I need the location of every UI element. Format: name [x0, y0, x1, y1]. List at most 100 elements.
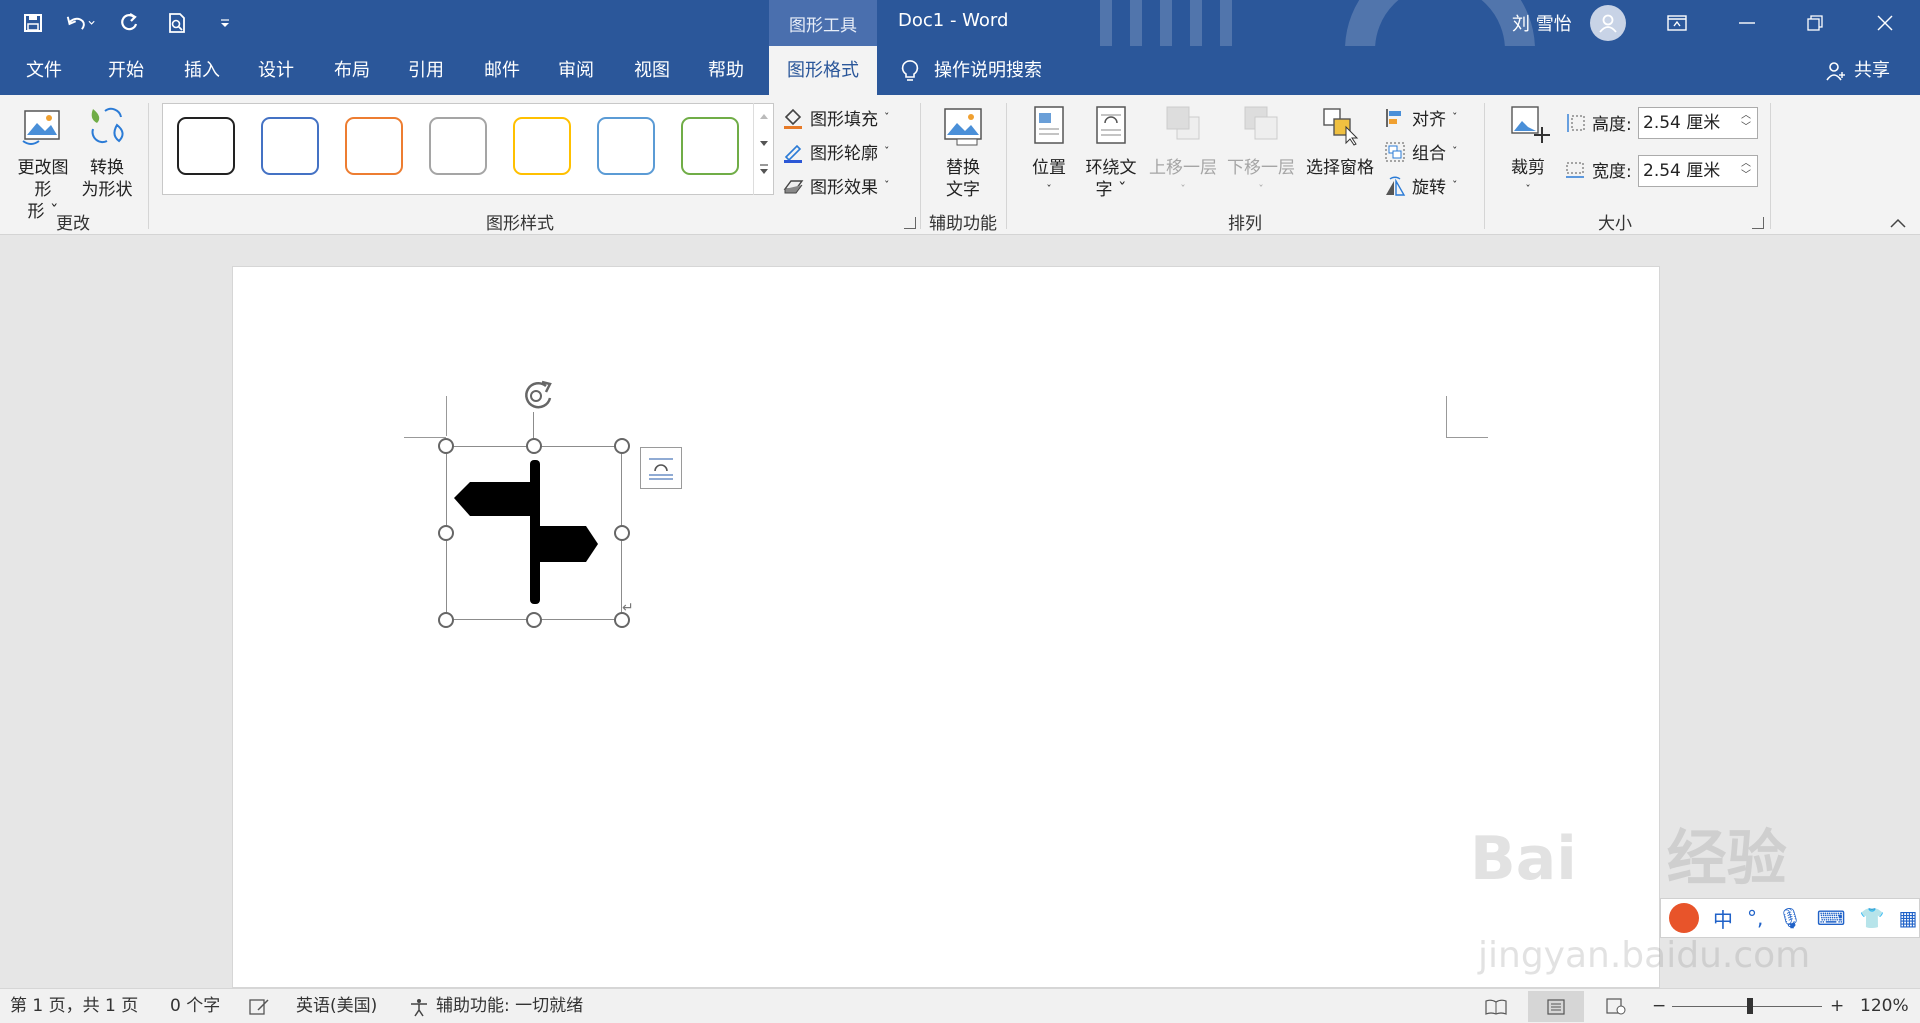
position-label: 位置 [1032, 158, 1066, 178]
customize-qat-icon[interactable] [210, 8, 240, 38]
tell-me-search[interactable]: 操作说明搜索 [900, 46, 1042, 95]
zoom-out-button[interactable]: − [1652, 989, 1666, 1023]
tab-insert[interactable]: 插入 [172, 46, 232, 95]
height-spinner[interactable]: ︿ ﹀ [1741, 110, 1751, 134]
word-count[interactable]: 0 个字 [170, 989, 220, 1023]
tab-file[interactable]: 文件 [14, 46, 74, 95]
share-label: 共享 [1854, 60, 1890, 81]
language-status[interactable]: 英语(美国) [296, 989, 377, 1023]
crop-icon [1511, 106, 1550, 143]
share-button[interactable]: 共享 [1824, 46, 1890, 95]
selection-pane-button[interactable]: 选择窗格 [1302, 103, 1378, 179]
width-icon [1566, 162, 1584, 178]
wrap-text-button[interactable]: 环绕文 字 ˇ [1080, 103, 1142, 201]
print-preview-icon[interactable] [162, 8, 192, 38]
ime-mode[interactable]: 中 [1713, 904, 1733, 933]
resize-handle[interactable] [614, 438, 630, 454]
wrap-text-label: 环绕文 [1085, 158, 1137, 178]
width-spinner[interactable]: ︿ ﹀ [1741, 158, 1751, 182]
avatar[interactable] [1590, 5, 1626, 41]
send-backward-button[interactable]: 下移一层 ˇ [1224, 103, 1298, 201]
tab-shape-format[interactable]: 图形格式 [769, 46, 877, 95]
align-button[interactable]: 对齐 ˇ [1384, 105, 1458, 130]
punctuation-icon[interactable]: °, [1747, 906, 1763, 930]
alt-text-button[interactable]: 替换 文字 [930, 103, 996, 201]
chevron-down-icon: ˇ [1258, 183, 1264, 196]
group-separator [148, 103, 149, 229]
style-swatch-1[interactable] [177, 117, 235, 175]
tab-view[interactable]: 视图 [622, 46, 682, 95]
height-input[interactable]: 2.54 厘米 ︿ ﹀ [1638, 107, 1758, 139]
tab-help[interactable]: 帮助 [696, 46, 756, 95]
resize-handle[interactable] [438, 438, 454, 454]
proofing-icon[interactable] [248, 989, 270, 1023]
rotate-button[interactable]: 旋转 ˇ [1384, 173, 1458, 198]
shape-effects-button[interactable]: 图形效果 ˇ [782, 173, 890, 198]
skin-icon[interactable]: 👕 [1860, 906, 1885, 930]
tab-design[interactable]: 设计 [246, 46, 306, 95]
accessibility-status[interactable]: 辅助功能: 一切就绪 [408, 989, 583, 1023]
style-swatch-6[interactable] [597, 117, 655, 175]
collapse-ribbon-icon[interactable] [1890, 213, 1906, 233]
print-layout-icon[interactable] [1528, 991, 1584, 1022]
read-mode-icon[interactable] [1468, 991, 1524, 1022]
resize-handle[interactable] [614, 525, 630, 541]
margin-mark [446, 396, 447, 436]
zoom-slider-thumb[interactable] [1747, 998, 1753, 1014]
style-swatch-3[interactable] [345, 117, 403, 175]
ime-toolbar[interactable]: 中 °, 🎙 ⌨ 👕 ▦ [1660, 898, 1920, 938]
status-bar: 第 1 页，共 1 页 0 个字 英语(美国) 辅助功能: 一切就绪 − + 1… [0, 988, 1920, 1023]
dialog-launcher-icon[interactable] [904, 217, 916, 229]
keyboard-icon[interactable]: ⌨ [1817, 906, 1846, 930]
chevron-down-icon: ˇ [1525, 183, 1531, 196]
shape-outline-button[interactable]: 图形轮廓 ˇ [782, 139, 890, 164]
crop-button[interactable]: 裁剪 ˇ [1500, 103, 1556, 201]
shape-fill-button[interactable]: 图形填充 ˇ [782, 105, 890, 130]
minimize-icon[interactable] [1714, 0, 1780, 46]
pen-outline-icon [784, 144, 802, 163]
close-icon[interactable] [1852, 0, 1918, 46]
zoom-in-button[interactable]: + [1830, 989, 1844, 1023]
convert-to-shapes-button[interactable]: 转换 为形状 [76, 103, 138, 201]
user-name[interactable]: 刘 雪怡 [1512, 10, 1572, 36]
shape-styles-gallery [162, 103, 774, 195]
resize-handle[interactable] [438, 612, 454, 628]
undo-icon[interactable] [66, 8, 96, 38]
tab-references[interactable]: 引用 [396, 46, 456, 95]
web-layout-icon[interactable] [1588, 991, 1644, 1022]
width-input[interactable]: 2.54 厘米 ︿ ﹀ [1638, 155, 1758, 187]
save-icon[interactable] [18, 8, 48, 38]
group-button[interactable]: 组合 ˇ [1384, 139, 1458, 164]
dialog-launcher-icon[interactable] [1752, 217, 1764, 229]
layout-options-button[interactable] [640, 447, 682, 489]
tab-mailings[interactable]: 邮件 [472, 46, 532, 95]
redo-icon[interactable] [114, 8, 144, 38]
restore-icon[interactable] [1782, 0, 1848, 46]
position-button[interactable]: 位置 ˇ [1024, 103, 1074, 201]
microphone-icon[interactable]: 🎙 [1777, 906, 1802, 930]
bring-forward-icon [1166, 106, 1200, 140]
chevron-down-icon: ˇ [1180, 183, 1186, 196]
tab-layout[interactable]: 布局 [322, 46, 382, 95]
group-label: 组合 [1412, 144, 1446, 164]
height-value: 2.54 厘米 [1643, 113, 1721, 133]
change-graphic-button[interactable]: 更改图形 形 ˇ [12, 103, 74, 223]
resize-handle[interactable] [526, 438, 542, 454]
style-swatch-2[interactable] [261, 117, 319, 175]
signpost-icon[interactable] [446, 446, 622, 620]
tab-review[interactable]: 审阅 [546, 46, 606, 95]
ribbon-display-options-icon[interactable] [1644, 0, 1710, 46]
resize-handle[interactable] [438, 525, 454, 541]
page-count[interactable]: 第 1 页，共 1 页 [10, 989, 138, 1023]
bring-forward-button[interactable]: 上移一层 ˇ [1146, 103, 1220, 201]
rotate-handle-icon[interactable] [518, 378, 558, 417]
zoom-level[interactable]: 120% [1860, 989, 1909, 1023]
resize-handle[interactable] [526, 612, 542, 628]
style-swatch-5[interactable] [513, 117, 571, 175]
ribbon-tabs: 文件 开始 插入 设计 布局 引用 邮件 审阅 视图 帮助 图形格式 操作说明搜… [0, 46, 1920, 95]
style-swatch-7[interactable] [681, 117, 739, 175]
tab-home[interactable]: 开始 [96, 46, 156, 95]
style-swatch-4[interactable] [429, 117, 487, 175]
toolbox-icon[interactable]: ▦ [1899, 906, 1918, 930]
gallery-scrollbar[interactable] [753, 103, 774, 195]
